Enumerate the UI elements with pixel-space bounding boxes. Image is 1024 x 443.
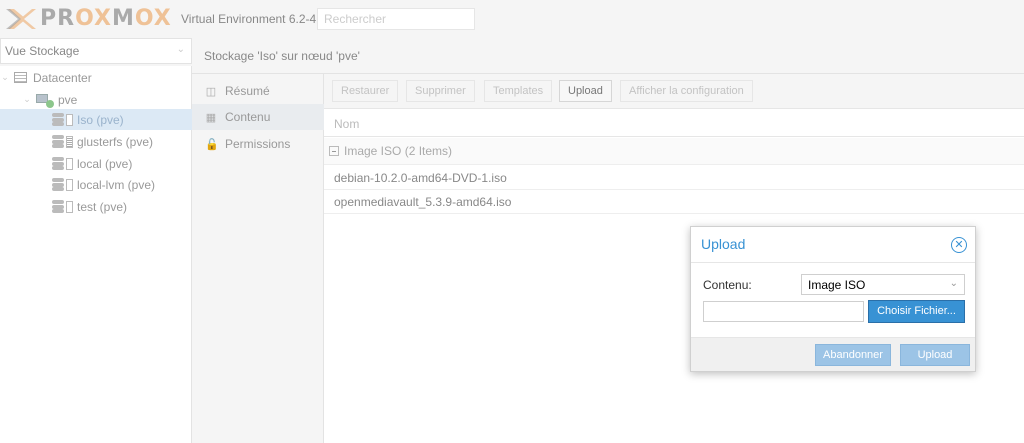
storage-status-icon bbox=[66, 178, 73, 191]
restore-button[interactable]: Restaurer bbox=[332, 80, 399, 102]
table-row[interactable]: debian-10.2.0-amd64-DVD-1.iso bbox=[324, 166, 1024, 190]
tree-item-storage-glusterfs[interactable]: glusterfs (pve) bbox=[0, 131, 192, 152]
tree-item-storage-iso[interactable]: Iso (pve) bbox=[0, 109, 192, 130]
show-config-button[interactable]: Afficher la configuration bbox=[620, 80, 753, 102]
tree-item-storage-test[interactable]: test (pve) bbox=[0, 196, 192, 217]
tree-item-label: Datacenter bbox=[33, 70, 92, 85]
subnav-item-contenu[interactable]: ▦ Contenu bbox=[192, 104, 324, 130]
templates-button[interactable]: Templates bbox=[484, 80, 553, 102]
storage-icon bbox=[52, 178, 64, 191]
tree-item-node-pve[interactable]: ⌄ pve bbox=[0, 89, 192, 110]
node-online-icon bbox=[36, 93, 54, 108]
view-selector[interactable]: Vue Stockage ⌄ bbox=[0, 38, 192, 64]
tree-item-label: local-lvm (pve) bbox=[77, 177, 156, 192]
subnav-item-permissions[interactable]: 🔓 Permissions bbox=[192, 131, 324, 157]
chevron-down-icon: ⌄ bbox=[949, 278, 958, 289]
search-input[interactable]: Rechercher bbox=[317, 8, 475, 30]
tree-item-label: local (pve) bbox=[77, 156, 133, 171]
resource-tree: ⌄ Datacenter ⌄ pve Iso (pve) glusterfs (… bbox=[0, 66, 192, 443]
subnav-item-label: Contenu bbox=[225, 110, 271, 124]
storage-status-icon bbox=[66, 113, 73, 126]
dialog-title: Upload bbox=[701, 236, 746, 252]
content-type-select[interactable]: Image ISO ⌄ bbox=[801, 274, 965, 295]
content-type-label: Contenu: bbox=[703, 278, 752, 292]
table-row[interactable]: openmediavault_5.3.9-amd64.iso bbox=[324, 190, 1024, 214]
chevron-down-icon: ⌄ bbox=[176, 44, 185, 55]
proxmox-x-icon bbox=[6, 7, 36, 31]
storage-subnav: ◫ Résumé ▦ Contenu 🔓 Permissions bbox=[192, 74, 324, 443]
view-selector-value: Vue Stockage bbox=[5, 44, 80, 58]
column-header-nom[interactable]: Nom bbox=[324, 110, 1024, 137]
choose-file-button[interactable]: Choisir Fichier... bbox=[868, 300, 965, 323]
storage-status-icon bbox=[66, 200, 73, 213]
tree-item-label: Iso (pve) bbox=[77, 112, 124, 127]
upload-button[interactable]: Upload bbox=[559, 80, 612, 102]
tree-item-storage-local-lvm[interactable]: local-lvm (pve) bbox=[0, 174, 192, 195]
version-label: Virtual Environment 6.2-4 bbox=[181, 12, 317, 26]
tree-item-label: pve bbox=[58, 92, 78, 107]
datacenter-icon bbox=[14, 72, 27, 83]
tree-item-label: test (pve) bbox=[77, 199, 128, 214]
top-header: PROXMOX Virtual Environment 6.2-4 Recher… bbox=[0, 0, 1024, 38]
grid-icon: ▦ bbox=[205, 111, 217, 124]
storage-status-icon bbox=[66, 135, 73, 148]
content-toolbar: Restaurer Supprimer Templates Upload Aff… bbox=[324, 74, 1024, 109]
subnav-item-label: Permissions bbox=[225, 137, 291, 151]
tree-item-datacenter[interactable]: ⌄ Datacenter bbox=[0, 67, 192, 88]
file-path-field[interactable] bbox=[703, 301, 864, 322]
proxmox-wordmark: PROXMOX bbox=[40, 6, 172, 31]
group-label: Image ISO (2 Items) bbox=[344, 144, 453, 158]
subnav-item-label: Résumé bbox=[225, 84, 270, 98]
collapse-group-icon[interactable] bbox=[329, 146, 339, 156]
delete-button[interactable]: Supprimer bbox=[406, 80, 475, 102]
storage-icon bbox=[52, 135, 64, 148]
tree-item-storage-local[interactable]: local (pve) bbox=[0, 153, 192, 174]
upload-submit-button[interactable]: Upload bbox=[900, 344, 970, 366]
cancel-button[interactable]: Abandonner bbox=[815, 344, 891, 366]
storage-icon bbox=[52, 113, 64, 126]
close-icon[interactable]: ✕ bbox=[951, 237, 967, 253]
dialog-footer: Abandonner Upload bbox=[691, 337, 975, 371]
storage-icon bbox=[52, 157, 64, 170]
unlock-icon: 🔓 bbox=[205, 138, 219, 151]
content-type-value: Image ISO bbox=[808, 278, 866, 292]
collapse-icon[interactable]: ⌄ bbox=[0, 72, 10, 83]
storage-icon bbox=[52, 200, 64, 213]
dialog-divider bbox=[691, 262, 975, 263]
collapse-icon[interactable]: ⌄ bbox=[22, 94, 32, 105]
book-icon: ◫ bbox=[205, 85, 217, 98]
proxmox-logo: PROXMOX bbox=[6, 6, 172, 31]
tree-item-label: glusterfs (pve) bbox=[77, 134, 154, 149]
group-header-iso[interactable]: Image ISO (2 Items) bbox=[324, 138, 1024, 165]
subnav-item-resume[interactable]: ◫ Résumé bbox=[192, 78, 324, 104]
storage-status-icon bbox=[66, 157, 73, 170]
upload-dialog: Upload ✕ Contenu: Image ISO ⌄ Choisir Fi… bbox=[690, 226, 976, 372]
content-title: Stockage 'Iso' sur nœud 'pve' bbox=[192, 38, 1024, 74]
